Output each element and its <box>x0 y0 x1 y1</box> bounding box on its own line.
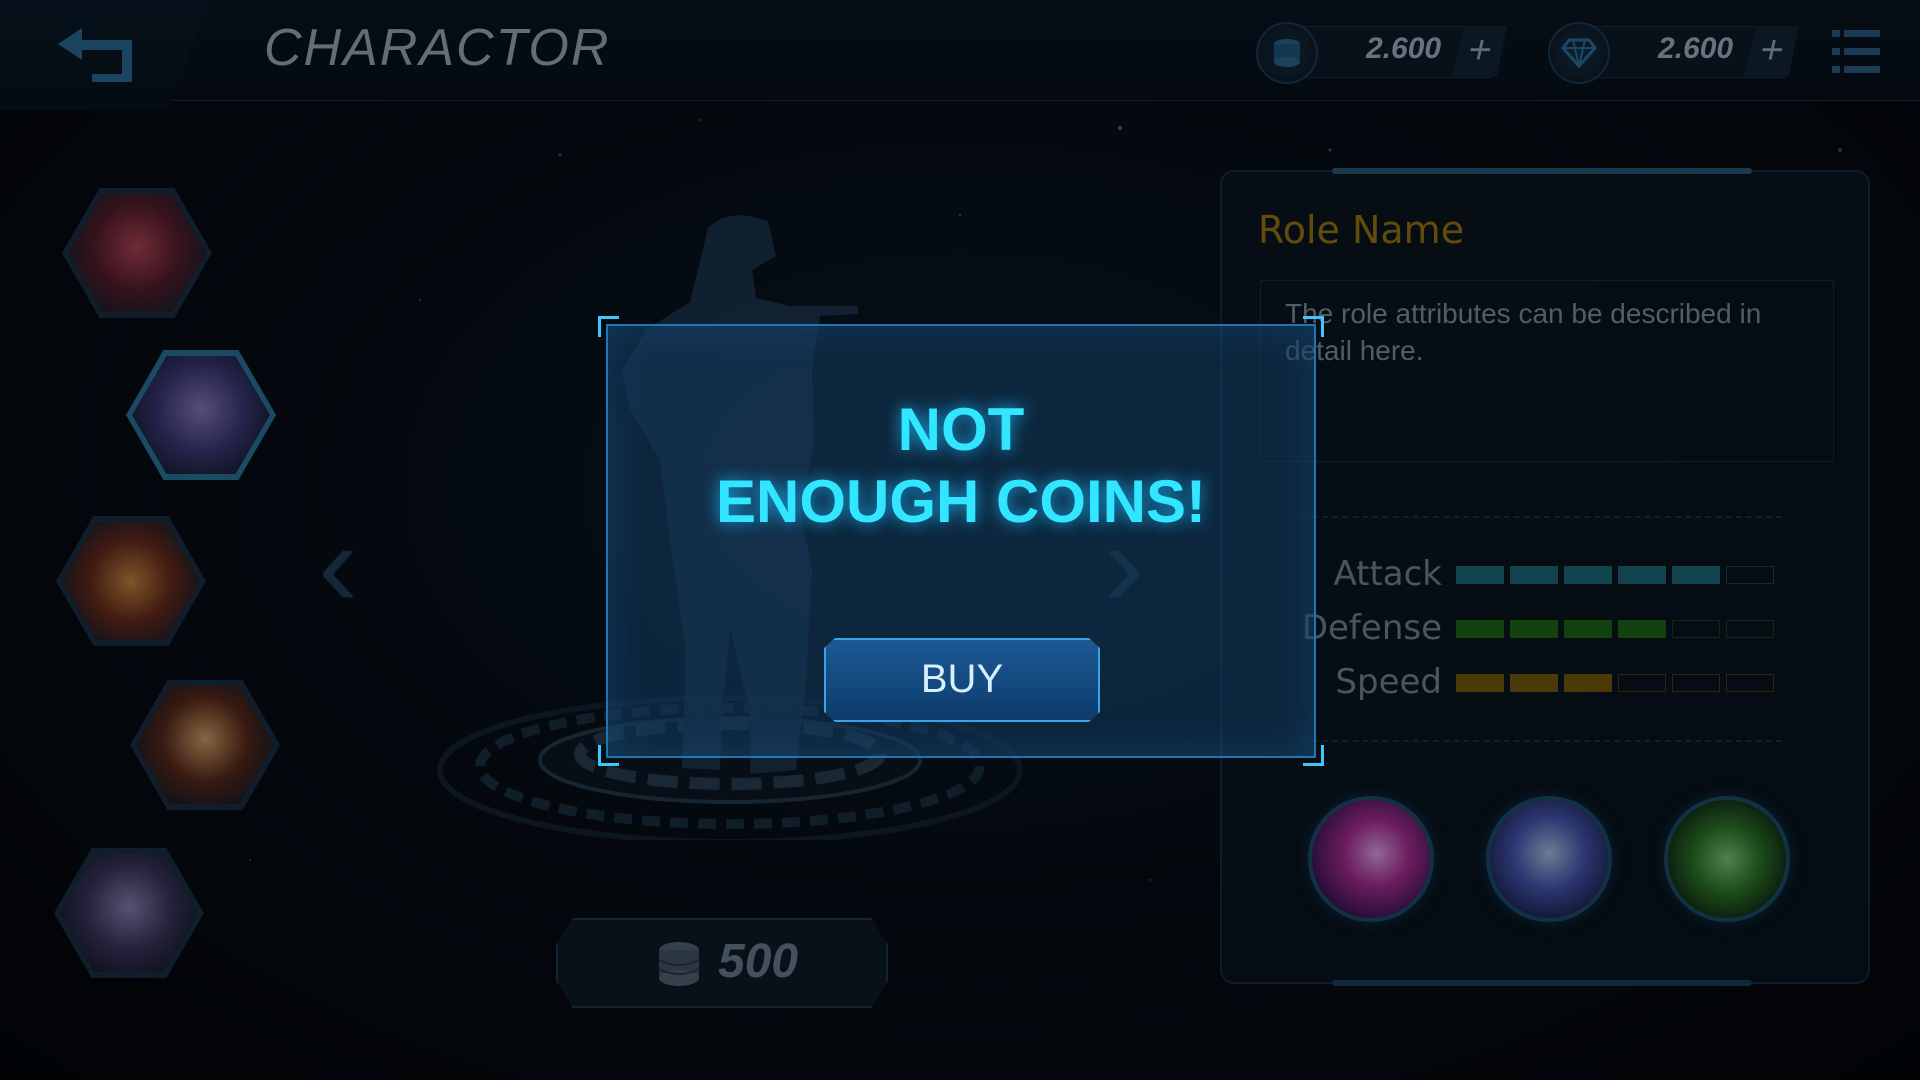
buy-button[interactable]: BUY <box>824 638 1100 722</box>
not-enough-coins-dialog: NOT ENOUGH COINS! BUY <box>598 316 1324 766</box>
dialog-message-line-1: NOT <box>897 396 1025 463</box>
dialog-message: NOT ENOUGH COINS! <box>608 394 1314 538</box>
dialog-message-line-2: ENOUGH COINS! <box>715 468 1207 535</box>
